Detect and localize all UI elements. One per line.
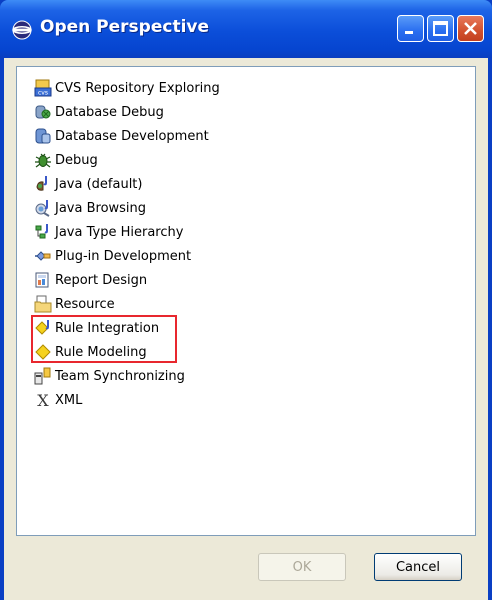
list-item-java-default[interactable]: Java (default): [34, 174, 142, 194]
maximize-button[interactable]: [427, 15, 454, 42]
plugin-development-icon: [34, 247, 52, 265]
list-item-java-type-hierarchy[interactable]: Java Type Hierarchy: [34, 222, 183, 242]
ok-button[interactable]: OK: [258, 553, 346, 581]
item-label: Rule Modeling: [55, 344, 147, 360]
database-development-icon: [34, 127, 52, 145]
java-icon: [34, 175, 52, 193]
list-item-resource[interactable]: Resource: [34, 294, 115, 314]
dialog-client-area: cvs CVS Repository Exploring Database De…: [4, 58, 488, 600]
list-item-rule-integration[interactable]: Rule Integration: [34, 318, 159, 338]
perspective-list[interactable]: cvs CVS Repository Exploring Database De…: [16, 66, 476, 536]
list-item-team-synchronizing[interactable]: Team Synchronizing: [34, 366, 185, 386]
java-type-hierarchy-icon: [34, 223, 52, 241]
item-label: Database Debug: [55, 104, 164, 120]
cancel-button[interactable]: Cancel: [374, 553, 462, 581]
item-label: Database Development: [55, 128, 209, 144]
team-synchronizing-icon: [34, 367, 52, 385]
item-label: Rule Integration: [55, 320, 160, 336]
minimize-icon: [405, 31, 413, 34]
ok-button-label: OK: [292, 559, 312, 575]
item-label: Debug: [55, 152, 98, 168]
item-label: Java Type Hierarchy: [55, 224, 184, 240]
list-item-debug[interactable]: Debug: [34, 150, 98, 170]
cvs-repository-icon: cvs: [34, 79, 52, 97]
eclipse-perspective-icon: [12, 20, 32, 40]
minimize-button[interactable]: [397, 15, 424, 42]
java-browsing-icon: [34, 199, 52, 217]
maximize-icon: [433, 21, 448, 36]
dialog-title: Open Perspective: [40, 17, 210, 37]
open-perspective-dialog: Open Perspective cvs CVS Repository Expl…: [0, 0, 492, 600]
close-button[interactable]: [457, 15, 484, 42]
rule-integration-icon: [34, 319, 52, 337]
svg-text:X: X: [37, 391, 49, 409]
item-label: CVS Repository Exploring: [55, 80, 220, 96]
list-item-report-design[interactable]: Report Design: [34, 270, 147, 290]
list-item-plug-in-development[interactable]: Plug-in Development: [34, 246, 191, 266]
report-design-icon: [34, 271, 52, 289]
list-item-database-development[interactable]: Database Development: [34, 126, 209, 146]
item-label: Report Design: [55, 272, 148, 288]
item-label: Java Browsing: [55, 200, 147, 216]
xml-icon: X: [34, 391, 52, 410]
item-label: Plug-in Development: [55, 248, 192, 264]
list-item-database-debug[interactable]: Database Debug: [34, 102, 164, 122]
list-item-xml[interactable]: X XML: [34, 390, 82, 410]
debug-bug-icon: [34, 151, 52, 169]
title-bar[interactable]: Open Perspective: [0, 0, 492, 58]
rule-modeling-icon: [34, 343, 52, 361]
list-item-rule-modeling[interactable]: Rule Modeling: [34, 342, 147, 362]
resource-folder-icon: [34, 295, 52, 313]
list-item-cvs-repository-exploring[interactable]: cvs CVS Repository Exploring: [34, 78, 220, 98]
close-icon: [464, 22, 477, 35]
item-label: Java (default): [55, 176, 143, 192]
cancel-button-label: Cancel: [395, 559, 441, 575]
database-debug-icon: [34, 103, 52, 121]
item-label: XML: [55, 392, 83, 408]
svg-text:cvs: cvs: [38, 90, 48, 97]
item-label: Resource: [55, 296, 115, 312]
list-item-java-browsing[interactable]: Java Browsing: [34, 198, 146, 218]
item-label: Team Synchronizing: [55, 368, 185, 384]
